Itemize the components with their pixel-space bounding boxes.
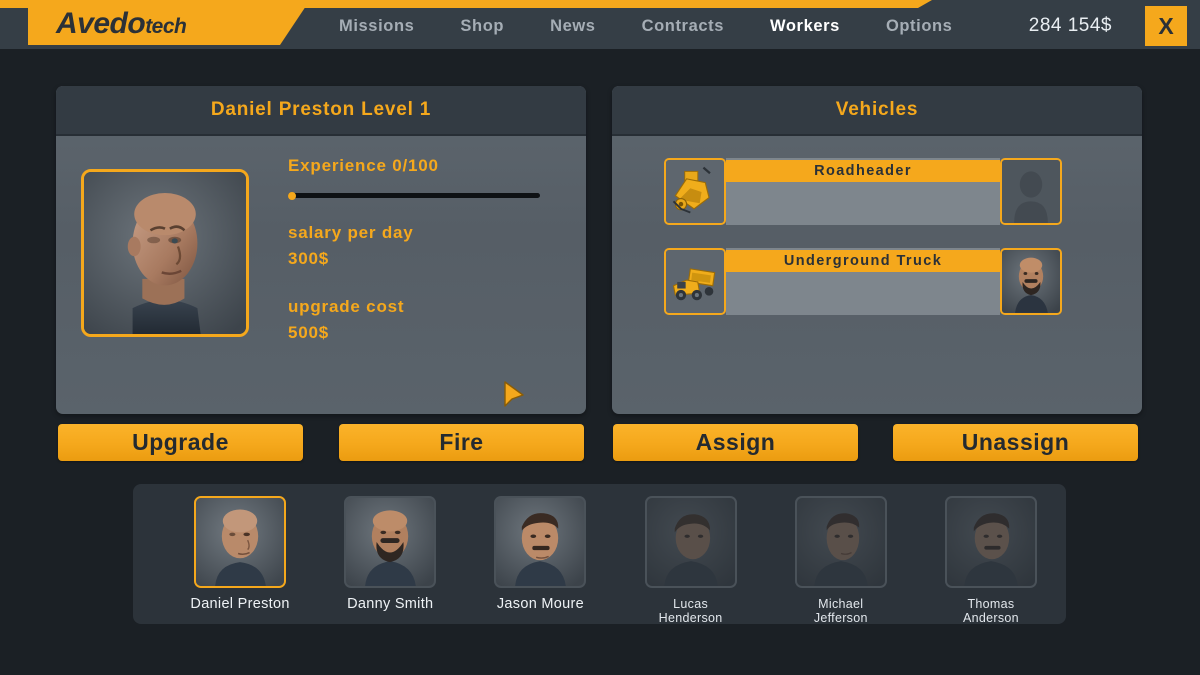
upgrade-cost-block: upgrade cost 500$ (288, 294, 558, 346)
salary-label: salary per day (288, 223, 414, 242)
vehicles-panel-title: Vehicles (835, 99, 919, 120)
experience-bar (288, 191, 540, 200)
worker-avatar (644, 496, 737, 588)
nav-item-shop[interactable]: Shop (437, 17, 527, 36)
worker-list-item-thomas-anderson[interactable]: Thomas Anderson (916, 496, 1066, 625)
worker-panel-header: Daniel Preston Level 1 (56, 86, 586, 136)
vehicle-name: Roadheader (814, 163, 912, 179)
upgrade-cost-value: 500$ (288, 323, 330, 342)
experience-bar-handle (288, 191, 296, 200)
worker-avatar (194, 496, 287, 588)
vehicle-info: Roadheader (726, 158, 1000, 225)
worker-list-item-danny-smith[interactable]: Danny Smith (315, 496, 465, 612)
worker-avatar (794, 496, 887, 588)
vehicle-driver-slot-empty[interactable] (1000, 158, 1062, 225)
nav-item-options[interactable]: Options (863, 17, 976, 36)
upgrade-button[interactable]: Upgrade (58, 424, 303, 461)
worker-detail-panel: Daniel Preston Level 1 Experience 0/100 … (56, 86, 586, 414)
nav-item-missions[interactable]: Missions (316, 17, 437, 36)
worker-avatar (944, 496, 1037, 588)
vehicle-row[interactable]: Roadheader (664, 158, 1062, 225)
worker-name: Danny Smith (347, 596, 434, 612)
worker-avatar (344, 496, 437, 588)
game-screen: Avedotech Missions Shop News Contracts W… (0, 0, 1200, 675)
worker-list-item-lucas-henderson[interactable]: Lucas Henderson (616, 496, 766, 625)
mouse-cursor-icon (503, 381, 525, 407)
unassign-button[interactable]: Unassign (893, 424, 1138, 461)
vehicle-name: Underground Truck (783, 253, 943, 269)
logo-banner: Avedotech (28, 3, 308, 45)
assign-button[interactable]: Assign (613, 424, 858, 461)
nav-item-news[interactable]: News (527, 17, 619, 36)
worker-roster: Daniel Preston Danny Smith Jason Moure L… (133, 484, 1066, 625)
worker-avatar (494, 496, 587, 588)
logo-sub-text: tech (145, 15, 187, 38)
worker-panel-title: Daniel Preston Level 1 (210, 99, 432, 120)
vehicle-driver-slot-assigned[interactable] (1000, 248, 1062, 315)
selected-worker-portrait (81, 169, 249, 337)
upgrade-cost-label: upgrade cost (288, 297, 405, 316)
experience-label: Experience 0/100 (288, 156, 439, 175)
roadheader-icon (664, 158, 726, 225)
nav-item-workers[interactable]: Workers (747, 17, 863, 36)
top-header-bar: Avedotech Missions Shop News Contracts W… (0, 0, 1200, 52)
underground-truck-icon (664, 248, 726, 315)
worker-list-item-jason-moure[interactable]: Jason Moure (465, 496, 615, 612)
logo-main-text: Avedo (56, 7, 146, 40)
worker-name: Michael Jefferson (813, 597, 868, 625)
vehicle-row[interactable]: Underground Truck (664, 248, 1062, 315)
vehicle-name-band: Roadheader (726, 160, 1000, 182)
vehicle-name-band: Underground Truck (726, 250, 1000, 272)
worker-name: Jason Moure (496, 596, 584, 612)
money-balance: 284 154$ (1028, 15, 1112, 36)
worker-list-item-daniel-preston[interactable]: Daniel Preston (165, 496, 315, 612)
worker-stats: Experience 0/100 salary per day 300$ upg… (288, 156, 558, 346)
vehicle-info: Underground Truck (726, 248, 1000, 315)
worker-name: Thomas Anderson (962, 597, 1019, 625)
salary-block: salary per day 300$ (288, 220, 558, 272)
vehicle-list: Roadheader Underground Truck (664, 158, 1062, 338)
fire-button[interactable]: Fire (339, 424, 584, 461)
close-button[interactable]: X (1145, 6, 1187, 46)
worker-list-item-michael-jefferson[interactable]: Michael Jefferson (766, 496, 916, 625)
worker-name: Lucas Henderson (658, 597, 723, 625)
salary-value: 300$ (288, 249, 330, 268)
worker-name: Daniel Preston (190, 596, 290, 612)
vehicles-panel: Vehicles Roadheader Underground Truck (612, 86, 1142, 414)
vehicles-panel-header: Vehicles (612, 86, 1142, 136)
main-navigation: Missions Shop News Contracts Workers Opt… (316, 0, 975, 52)
nav-item-contracts[interactable]: Contracts (619, 17, 747, 36)
